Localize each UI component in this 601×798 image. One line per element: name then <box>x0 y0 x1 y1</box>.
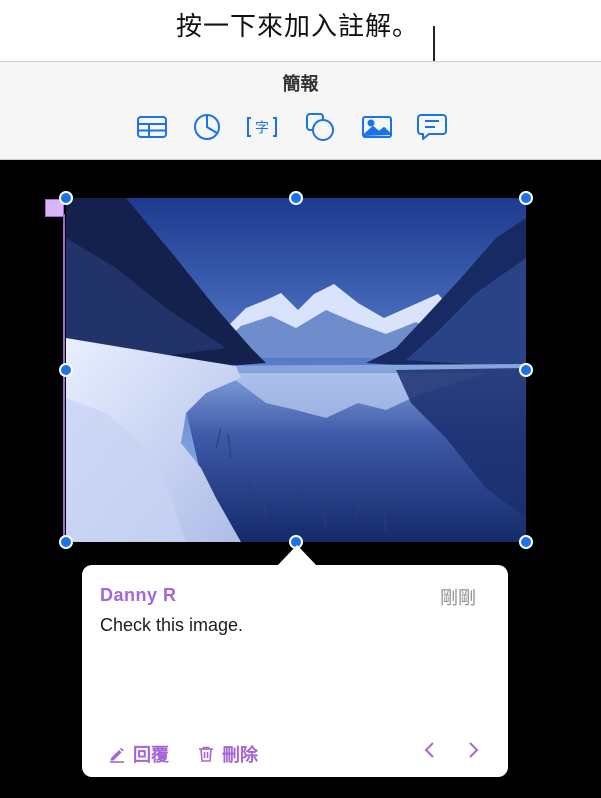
comment-icon[interactable] <box>414 109 450 145</box>
resize-handle-bottom-right[interactable] <box>519 535 533 549</box>
shape-icon[interactable] <box>302 109 338 145</box>
comment-popover-arrow <box>277 545 317 566</box>
text-icon[interactable]: 字 <box>244 109 280 145</box>
comment-time: 剛剛 <box>440 588 476 609</box>
resize-handle-top-right[interactable] <box>519 191 533 205</box>
media-icon[interactable] <box>359 109 395 145</box>
previous-comment-button[interactable] <box>419 739 441 761</box>
comment-popover: Danny R 剛剛 Check this image. 回覆 刪除 <box>82 565 508 777</box>
table-icon[interactable] <box>134 109 170 145</box>
pencil-icon <box>110 747 124 763</box>
reply-label: 回覆 <box>133 745 169 766</box>
toolbar-title: 簡報 <box>282 74 319 95</box>
resize-handle-left[interactable] <box>59 363 73 377</box>
text-icon-glyph: 字 <box>255 121 269 137</box>
comment-indicator-line <box>63 214 65 544</box>
callout-text: 按一下來加入註解。 <box>176 12 420 42</box>
resize-handle-bottom-left[interactable] <box>59 535 73 549</box>
next-comment-button[interactable] <box>462 739 484 761</box>
resize-handle-top[interactable] <box>289 191 303 205</box>
resize-handle-right[interactable] <box>519 363 533 377</box>
delete-label: 刪除 <box>222 745 258 766</box>
chart-icon[interactable] <box>189 109 225 145</box>
chevron-right-icon <box>469 742 479 758</box>
toolbar: 簡報 字 <box>0 61 601 160</box>
resize-handle-top-left[interactable] <box>59 191 73 205</box>
landscape-image[interactable] <box>66 198 526 542</box>
delete-button[interactable]: 刪除 <box>197 741 258 767</box>
trash-icon <box>199 746 213 762</box>
comment-message[interactable]: Check this image. <box>100 615 243 636</box>
comment-actions: 回覆 刪除 <box>82 733 508 777</box>
reply-button[interactable]: 回覆 <box>108 741 169 767</box>
chevron-left-icon <box>424 742 434 758</box>
comment-author: Danny R <box>100 585 177 605</box>
